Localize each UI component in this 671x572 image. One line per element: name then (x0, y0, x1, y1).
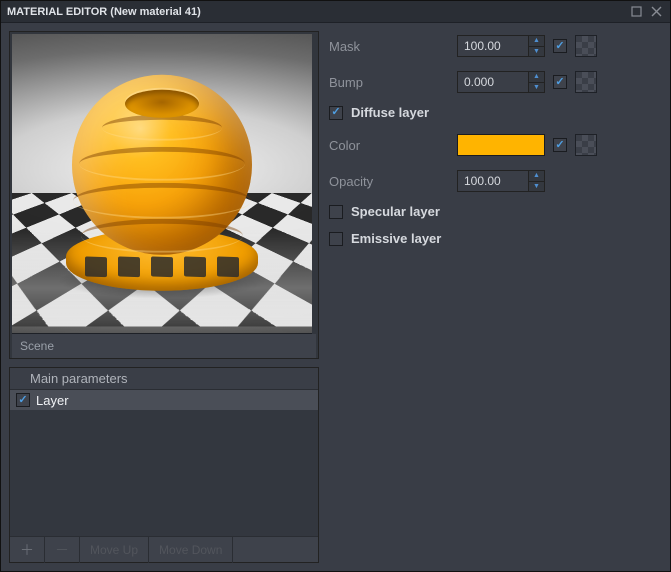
main-parameters-panel: Main parameters Layer ＋ － Move Up Move D… (9, 367, 319, 563)
color-link-checkbox[interactable] (553, 138, 567, 152)
bump-texture-slot[interactable] (575, 71, 597, 93)
window-title: MATERIAL EDITOR (New material 41) (7, 6, 628, 18)
bump-link-checkbox[interactable] (553, 75, 567, 89)
opacity-spin-up[interactable]: ▲ (529, 171, 544, 182)
diffuse-layer-checkbox[interactable] (329, 106, 343, 120)
color-label: Color (329, 138, 449, 153)
opacity-input[interactable] (458, 171, 528, 191)
close-icon[interactable] (648, 4, 664, 20)
emissive-layer-checkbox[interactable] (329, 232, 343, 246)
material-preview[interactable] (12, 34, 312, 334)
layer-toolbar: ＋ － Move Up Move Down (10, 536, 318, 562)
bump-spinner[interactable]: ▲ ▼ (457, 71, 545, 93)
mask-link-checkbox[interactable] (553, 39, 567, 53)
maximize-icon[interactable] (628, 4, 644, 20)
opacity-label: Opacity (329, 174, 449, 189)
main-parameters-header: Main parameters (10, 368, 318, 390)
move-up-button[interactable]: Move Up (80, 537, 149, 563)
bump-label: Bump (329, 75, 449, 90)
specular-layer-checkbox[interactable] (329, 205, 343, 219)
opacity-spin-down[interactable]: ▼ (529, 182, 544, 192)
mask-spin-down[interactable]: ▼ (529, 47, 544, 57)
layer-list[interactable]: Layer (10, 390, 318, 536)
mask-input[interactable] (458, 36, 528, 56)
bump-spin-up[interactable]: ▲ (529, 72, 544, 83)
specular-layer-label: Specular layer (351, 204, 440, 219)
emissive-layer-label: Emissive layer (351, 231, 441, 246)
color-texture-slot[interactable] (575, 134, 597, 156)
layer-item-label: Layer (36, 393, 69, 408)
mask-label: Mask (329, 39, 449, 54)
preview-panel: Scene (9, 31, 319, 359)
titlebar: MATERIAL EDITOR (New material 41) (1, 1, 670, 23)
color-swatch[interactable] (457, 134, 545, 156)
opacity-spinner[interactable]: ▲ ▼ (457, 170, 545, 192)
material-editor-window: MATERIAL EDITOR (New material 41) (0, 0, 671, 572)
add-layer-button[interactable]: ＋ (10, 537, 45, 563)
diffuse-layer-label: Diffuse layer (351, 105, 429, 120)
properties-panel: Mask ▲ ▼ Bump ▲ ▼ (329, 31, 662, 563)
preview-scene-label: Scene (20, 339, 54, 353)
layer-item[interactable]: Layer (10, 390, 318, 410)
layer-item-checkbox[interactable] (16, 393, 30, 407)
preview-footer: Scene (12, 334, 316, 358)
mask-spin-up[interactable]: ▲ (529, 36, 544, 47)
bump-input[interactable] (458, 72, 528, 92)
mask-spinner[interactable]: ▲ ▼ (457, 35, 545, 57)
mask-texture-slot[interactable] (575, 35, 597, 57)
remove-layer-button[interactable]: － (45, 537, 80, 563)
bump-spin-down[interactable]: ▼ (529, 83, 544, 93)
move-down-button[interactable]: Move Down (149, 537, 233, 563)
